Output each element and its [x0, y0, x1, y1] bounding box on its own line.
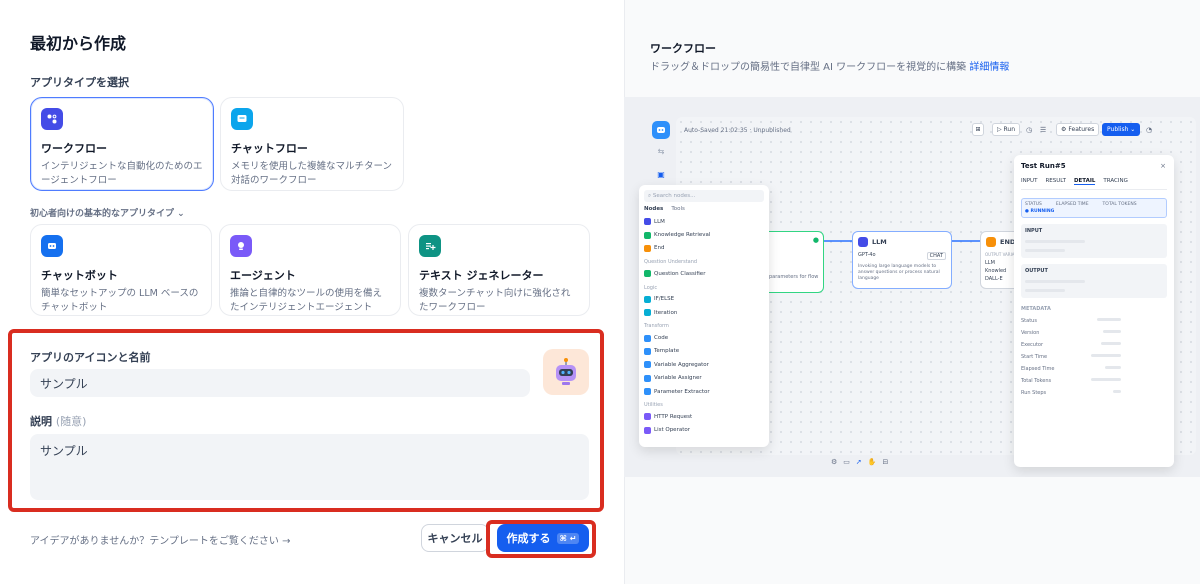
learn-more-link[interactable]: 詳細情報	[969, 62, 1009, 73]
type-desc: 簡単なセットアップの LLM ベースのチャットボット	[41, 288, 199, 313]
node-item: Code	[644, 331, 764, 344]
node-search-input: ⌕ Search nodes...	[644, 190, 764, 202]
description-textarea[interactable]: サンプル	[30, 434, 589, 500]
node-item: List Operator	[644, 424, 764, 437]
layout-icon: ⊟	[882, 458, 889, 466]
type-card-workflow[interactable]: ワークフロー インテリジェントな自動化のためのエージェントフロー	[30, 97, 214, 191]
app-name-input[interactable]: サンプル	[30, 369, 530, 397]
pointer-icon: ➚	[855, 458, 862, 466]
meta-row: Version	[1021, 330, 1121, 336]
type-name: チャットボット	[41, 269, 118, 282]
meta-row: Run Steps	[1021, 390, 1121, 396]
create-button[interactable]: 作成する ⌘ ↵	[497, 524, 589, 552]
type-name: チャットフロー	[231, 142, 308, 155]
test-run-panel: Test Run#5 × INPUT RESULT DETAIL TRACING…	[1014, 155, 1174, 467]
node-picker-panel: ⌕ Search nodes... Nodes Tools LLM Knowled…	[639, 185, 769, 447]
settings-icon: ⚙	[831, 458, 838, 466]
type-card-agent[interactable]: エージェント 推論と自律的なツールの使用を備えたインテリジェントエージェント	[219, 224, 401, 316]
type-name: エージェント	[230, 269, 296, 282]
app-icon-picker[interactable]	[543, 349, 589, 395]
app-icon: ▣	[657, 170, 665, 179]
node-item: Variable Aggregator	[644, 358, 764, 371]
node-item: LLM	[644, 215, 764, 228]
node-item: Question Classifier	[644, 267, 764, 280]
cancel-button[interactable]: キャンセル	[421, 524, 489, 552]
canvas-toolbar: ⚙ ▭ ➚ ✋ ⊟	[831, 455, 888, 469]
hand-icon: ✋	[867, 458, 877, 466]
note-icon: ▭	[843, 458, 850, 466]
type-desc: 推論と自律的なツールの使用を備えたインテリジェントエージェント	[230, 288, 383, 313]
name-label: アプリのアイコンと名前	[30, 351, 151, 364]
shortcut-hint: ⌘ ↵	[556, 532, 580, 544]
meta-row: Start Time	[1021, 354, 1121, 360]
meta-row: Executor	[1021, 342, 1121, 348]
run-tab: INPUT	[1021, 178, 1038, 184]
desc-label: 説明	[30, 415, 52, 428]
node-item: Knowledge Retrieval	[644, 228, 764, 241]
search-placeholder: Search nodes...	[652, 193, 696, 199]
app-type-label: アプリタイプを選択	[30, 76, 129, 89]
node-item: Template	[644, 345, 764, 358]
run-tab: TRACING	[1103, 178, 1128, 184]
type-name: ワークフロー	[41, 142, 107, 155]
chatbot-icon	[41, 235, 63, 257]
preview-title: ワークフロー	[650, 42, 716, 55]
robot-icon	[652, 121, 670, 139]
preview-desc: ドラッグ＆ドロップの簡易性で自律型 AI ワークフローを視覚的に構築 詳細情報	[650, 58, 1009, 73]
run-status-value: ● RUNNING	[1025, 209, 1055, 214]
run-output-box: OUTPUT	[1021, 264, 1167, 298]
type-desc: 複数ターンチャット向けに強化されたワークフロー	[419, 288, 571, 313]
chevron-down-icon: ⌄	[177, 209, 185, 219]
node-picker-tabs: Nodes Tools	[644, 206, 764, 212]
test-run-title: Test Run#5	[1021, 162, 1066, 170]
node-group-label: Logic	[644, 284, 658, 291]
node-item: End	[644, 242, 764, 255]
workflow-preview-image: ⇆ ▣ Auto-Saved 21:02:35 · Unpublished ⊞ …	[624, 97, 1200, 477]
node-group-label: Question Understand	[644, 259, 698, 266]
basic-types-label: 初心者向けの基本的なアプリタイプ	[30, 209, 175, 219]
desc-label-wrap: 説明 (随意)	[30, 413, 86, 429]
node-item: IF/ELSE	[644, 293, 764, 306]
preview-desc-text: ドラッグ＆ドロップの簡易性で自律型 AI ワークフローを視覚的に構築	[650, 62, 967, 73]
type-desc: インテリジェントな自動化のためのエージェントフロー	[41, 161, 203, 186]
type-card-chatflow[interactable]: チャットフロー メモリを使用した複雑なマルチターン対話のワークフロー	[220, 97, 404, 191]
node-group-label: Transform	[644, 323, 669, 330]
run-tab: RESULT	[1045, 178, 1066, 184]
node-item: Variable Assigner	[644, 372, 764, 385]
meta-row: Elapsed Time	[1021, 366, 1121, 372]
tab-nodes: Nodes	[644, 206, 664, 212]
run-input-box: INPUT	[1021, 224, 1167, 258]
template-link[interactable]: アイデアがありませんか？テンプレートをご覧ください →	[30, 532, 290, 547]
robot-icon	[556, 358, 576, 385]
type-name: テキスト ジェネレーター	[419, 269, 544, 282]
type-card-chatbot[interactable]: チャットボット 簡単なセットアップの LLM ベースのチャットボット	[30, 224, 212, 316]
run-tab-active: DETAIL	[1073, 178, 1096, 185]
desc-optional: (随意)	[55, 415, 87, 428]
type-card-text-generator[interactable]: テキスト ジェネレーター 複数ターンチャット向けに強化されたワークフロー	[408, 224, 590, 316]
node-item: HTTP Request	[644, 410, 764, 423]
workflow-icon	[41, 108, 63, 130]
chatflow-icon	[231, 108, 253, 130]
page-title: 最初から作成	[30, 34, 127, 53]
agent-icon	[230, 235, 252, 257]
node-item: Parameter Extractor	[644, 385, 764, 398]
tab-tools: Tools	[671, 206, 685, 212]
node-item: Iteration	[644, 306, 764, 319]
meta-row: Status	[1021, 318, 1121, 324]
meta-row: Total Tokens	[1021, 378, 1121, 384]
create-label: 作成する	[506, 532, 551, 545]
run-status-box: STATUS ELAPSED TIME TOTAL TOKENS ● RUNNING	[1021, 198, 1167, 218]
metadata-label: METADATA	[1021, 306, 1051, 312]
node-group-label: Utilities	[644, 402, 663, 409]
text-generator-icon	[419, 235, 441, 257]
swap-icon: ⇆	[657, 147, 665, 156]
run-tabs: INPUT RESULT DETAIL TRACING	[1021, 178, 1167, 190]
create-app-panel: 最初から作成 アプリタイプを選択 ワークフロー インテリジェントな自動化のための…	[0, 0, 624, 584]
close-icon: ×	[1160, 162, 1166, 170]
type-desc: メモリを使用した複雑なマルチターン対話のワークフロー	[231, 161, 393, 186]
basic-types-toggle[interactable]: 初心者向けの基本的なアプリタイプ ⌄	[30, 206, 185, 219]
run-status-labels: STATUS ELAPSED TIME TOTAL TOKENS	[1025, 202, 1137, 207]
